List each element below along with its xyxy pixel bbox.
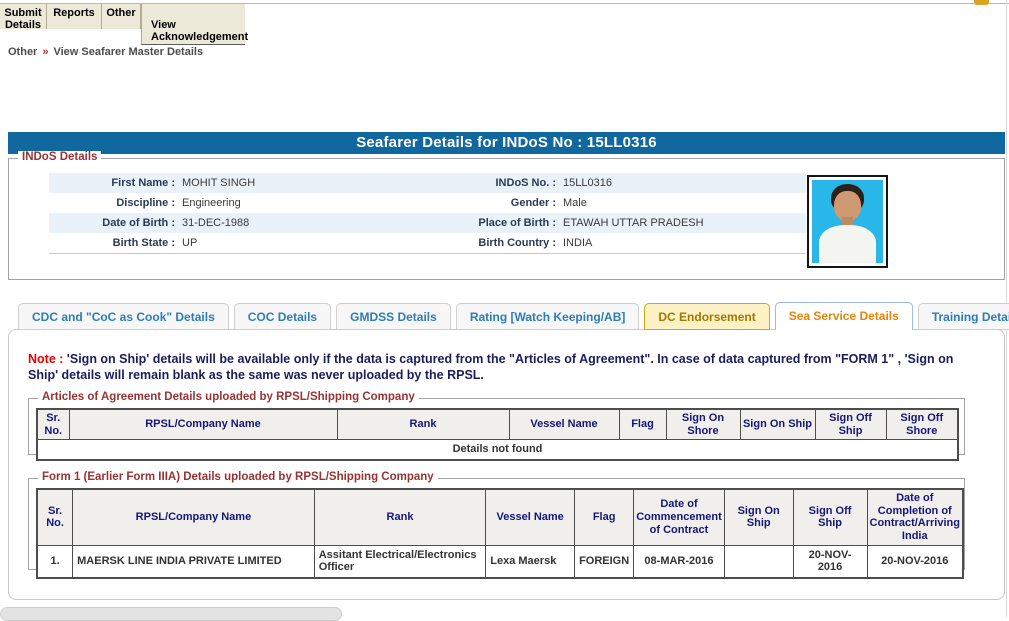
indos-details-panel: INDoS Details First Name : MOHIT SINGH I… <box>8 151 1005 280</box>
cell-completion-date: 20-NOV-2016 <box>866 544 964 579</box>
empty-message: Details not found <box>36 439 959 461</box>
column-header: Rank <box>313 488 487 546</box>
field-value: Male <box>563 197 587 209</box>
indos-row: Date of Birth : 31-DEC-1988 Place of Bir… <box>49 213 806 233</box>
column-header: Rank <box>336 408 510 441</box>
tab-sea-service-details[interactable]: Sea Service Details <box>774 302 913 330</box>
field-label: First Name : <box>111 177 175 189</box>
menu-item-view-acknowledgement[interactable]: View Acknowledgement <box>141 4 248 45</box>
column-header: Sign On Ship <box>723 488 794 546</box>
menu-item-submit-details[interactable]: Submit Details <box>0 4 47 31</box>
photo-shirt <box>819 224 876 263</box>
tab-rating-watch-keeping-ab[interactable]: Rating [Watch Keeping/AB] <box>455 303 640 330</box>
cell-sr-no: 1. <box>36 544 74 579</box>
field-value: INDIA <box>563 237 593 249</box>
field-value: 15LL0316 <box>563 177 612 189</box>
note-prefix: Note : <box>28 352 64 366</box>
field-label: Birth State : <box>112 237 175 249</box>
cell-vessel: Lexa Maersk <box>485 544 576 579</box>
note-text: Note : 'Sign on Ship' details will be av… <box>28 351 982 384</box>
tab-bar: CDC and "CoC as Cook" Details COC Detail… <box>18 302 1009 330</box>
field-label: Place of Birth : <box>478 217 556 229</box>
field-label: INDoS No. : <box>495 177 557 189</box>
table-row: Details not found <box>36 439 959 461</box>
menu-item-reports[interactable]: Reports <box>47 4 102 29</box>
photo-face <box>834 190 861 221</box>
field-value: UP <box>182 237 198 249</box>
field-label: Birth Country : <box>478 237 556 249</box>
cell-flag: FOREIGN <box>574 544 635 579</box>
field-value: ETAWAH UTTAR PRADESH <box>563 217 704 229</box>
cell-company: MAERSK LINE INDIA PRIVATE LIMITED <box>72 544 315 579</box>
table-header-row: Sr. No. RPSL/Company Name Rank Vessel Na… <box>36 408 959 441</box>
field-value: 31-DEC-1988 <box>182 217 250 229</box>
column-header: Sr. No. <box>36 488 74 546</box>
toolbar-partial-icon <box>974 0 989 5</box>
form1-table: Sr. No. RPSL/Company Name Rank Vessel Na… <box>36 488 964 579</box>
menu-item-other[interactable]: Other <box>102 4 141 29</box>
column-header: Sign Off Ship <box>814 408 887 441</box>
breadcrumb: Other » View Seafarer Master Details <box>8 46 203 58</box>
column-header: Date of Completion of Contract/Arriving … <box>866 488 964 546</box>
column-header: Sign On Shore <box>665 408 741 441</box>
articles-table: Sr. No. RPSL/Company Name Rank Vessel Na… <box>36 408 959 461</box>
form1-legend: Form 1 (Earlier Form IIIA) Details uploa… <box>38 471 438 483</box>
page-title: Seafarer Details for INDoS No : 15LL0316 <box>8 132 1005 154</box>
seafarer-photo <box>807 175 888 268</box>
column-header: Sign Off Shore <box>885 408 959 441</box>
horizontal-scrollbar[interactable] <box>0 607 342 621</box>
table-header-row: Sr. No. RPSL/Company Name Rank Vessel Na… <box>36 488 964 546</box>
tab-gmdss-details[interactable]: GMDSS Details <box>336 303 451 330</box>
column-header: RPSL/Company Name <box>68 408 338 441</box>
breadcrumb-root[interactable]: Other <box>8 46 37 58</box>
column-header: RPSL/Company Name <box>72 488 315 546</box>
indos-detail-rows: First Name : MOHIT SINGH INDoS No. : 15L… <box>49 173 806 254</box>
cell-sign-on-ship <box>723 544 794 579</box>
field-label: Discipline : <box>116 197 175 209</box>
seafarer-photo-image <box>812 180 883 263</box>
column-header: Sign On Ship <box>739 408 816 441</box>
cell-commencement-date: 08-MAR-2016 <box>633 544 725 579</box>
field-value: Engineering <box>182 197 241 209</box>
column-header: Flag <box>574 488 635 546</box>
indos-row: First Name : MOHIT SINGH INDoS No. : 15L… <box>49 173 806 193</box>
table-row: 1. MAERSK LINE INDIA PRIVATE LIMITED Ass… <box>36 544 964 579</box>
tab-cdc-coc-as-cook-details[interactable]: CDC and "CoC as Cook" Details <box>18 303 229 330</box>
note-body: 'Sign on Ship' details will be available… <box>28 352 954 383</box>
column-header: Vessel Name <box>485 488 576 546</box>
cell-rank: Assitant Electrical/Electronics Officer <box>313 544 487 579</box>
column-header: Flag <box>618 408 667 441</box>
column-header: Date of Commencement of Contract <box>633 488 725 546</box>
indos-details-legend: INDoS Details <box>18 151 102 163</box>
field-label: Date of Birth : <box>102 217 175 229</box>
column-header: Sign Off Ship <box>792 488 868 546</box>
menu-bar: Submit Details Reports Other <box>0 4 141 31</box>
indos-row: Discipline : Engineering Gender : Male <box>49 193 806 213</box>
column-header: Vessel Name <box>508 408 620 441</box>
tab-dc-endorsement[interactable]: DC Endorsement <box>644 303 770 330</box>
indos-row: Birth State : UP Birth Country : INDIA <box>49 233 806 253</box>
breadcrumb-separator: » <box>42 46 49 58</box>
articles-of-agreement-panel: Articles of Agreement Details uploaded b… <box>28 391 965 461</box>
articles-legend: Articles of Agreement Details uploaded b… <box>38 391 419 403</box>
field-label: Gender : <box>510 197 556 209</box>
field-value: MOHIT SINGH <box>182 177 256 189</box>
column-header: Sr. No. <box>36 408 70 441</box>
cell-sign-off-ship: 20-NOV-2016 <box>792 544 868 579</box>
form1-panel: Form 1 (Earlier Form IIIA) Details uploa… <box>28 471 965 579</box>
breadcrumb-current: View Seafarer Master Details <box>53 46 204 58</box>
tab-training-details[interactable]: Training Details <box>917 303 1009 330</box>
tab-coc-details[interactable]: COC Details <box>233 303 332 330</box>
